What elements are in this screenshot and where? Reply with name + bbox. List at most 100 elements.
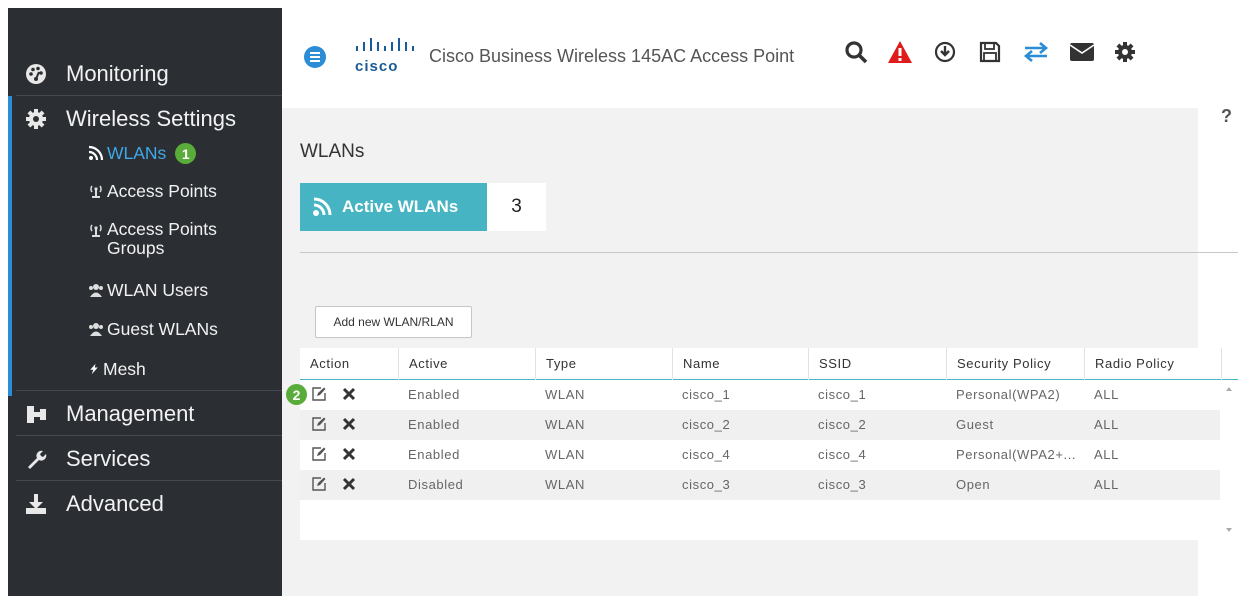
nav-management[interactable]: Management xyxy=(8,392,282,436)
scroll-down-arrow[interactable] xyxy=(1226,528,1232,532)
step-badge: 1 xyxy=(175,143,197,164)
sidebar-item-wlan-users-label: WLAN Users xyxy=(107,280,209,300)
nav-management-label: Management xyxy=(66,401,195,426)
access-point-icon xyxy=(90,224,102,237)
cisco-logo-text: cisco xyxy=(355,58,399,75)
nav-monitoring-label: Monitoring xyxy=(66,61,169,86)
table-header: Action Active Type Name SSID Security Po… xyxy=(300,348,1238,380)
delete-icon[interactable] xyxy=(342,447,356,461)
table-row[interactable]: Disabled WLAN cisco_3 cisco_3 Open ALL xyxy=(300,470,1220,500)
cell-type: WLAN xyxy=(545,477,585,492)
gear-icon xyxy=(25,108,47,130)
menu-toggle-button[interactable] xyxy=(304,46,326,68)
divider xyxy=(16,435,282,436)
table-row[interactable]: Enabled WLAN cisco_2 cisco_2 Guest ALL xyxy=(300,410,1220,440)
sidebar-item-mesh[interactable]: Mesh xyxy=(88,359,146,380)
delete-icon[interactable] xyxy=(342,417,356,431)
rss-icon xyxy=(313,197,332,216)
sidebar-item-guest-wlans[interactable]: Guest WLANs xyxy=(88,319,218,340)
bolt-icon xyxy=(90,363,98,375)
nav-wireless-settings-label: Wireless Settings xyxy=(66,106,236,131)
access-point-icon xyxy=(90,185,102,198)
divider xyxy=(300,252,1238,253)
divider xyxy=(16,95,282,96)
sidebar-item-access-points-groups[interactable]: Access Points Groups xyxy=(88,220,227,258)
save-icon[interactable] xyxy=(976,38,1004,66)
cell-ssid: cisco_4 xyxy=(818,447,867,462)
cell-type: WLAN xyxy=(545,447,585,462)
cell-name: cisco_4 xyxy=(682,447,731,462)
cell-ssid: cisco_3 xyxy=(818,477,867,492)
column-header-radio-policy[interactable]: Radio Policy xyxy=(1084,348,1221,380)
sidebar-item-wlans[interactable]: WLANs 1 xyxy=(88,143,197,164)
nav-advanced[interactable]: Advanced xyxy=(8,482,282,526)
product-name: Cisco Business Wireless 145AC Access Poi… xyxy=(429,46,795,66)
cell-type: WLAN xyxy=(545,417,585,432)
download-icon[interactable] xyxy=(931,38,959,66)
nav-monitoring[interactable]: Monitoring xyxy=(8,52,282,96)
users-icon xyxy=(89,284,103,297)
active-wlans-tab[interactable]: Active WLANs xyxy=(300,183,487,231)
users-icon xyxy=(89,323,103,336)
column-header-spacer xyxy=(1221,348,1238,380)
nav-services-label: Services xyxy=(66,446,151,471)
app-window: Monitoring Wireless Settings WLANs 1 Acc… xyxy=(0,0,1245,596)
active-section-indicator xyxy=(8,96,12,396)
download-icon xyxy=(25,493,47,515)
column-header-active[interactable]: Active xyxy=(398,348,535,380)
delete-icon[interactable] xyxy=(342,387,356,401)
cell-type: WLAN xyxy=(545,387,585,402)
gear-icon[interactable] xyxy=(1111,38,1139,66)
edit-icon[interactable] xyxy=(312,447,326,461)
divider xyxy=(16,480,282,481)
edit-icon[interactable] xyxy=(312,387,326,401)
cell-radio-policy: ALL xyxy=(1094,477,1119,492)
help-button[interactable]: ? xyxy=(1221,106,1232,127)
nav-advanced-label: Advanced xyxy=(66,491,164,516)
dashboard-icon xyxy=(25,63,47,85)
alert-icon[interactable] xyxy=(886,38,914,66)
table-row[interactable]: Enabled WLAN cisco_1 cisco_1 Personal(WP… xyxy=(300,380,1220,410)
cell-ssid: cisco_2 xyxy=(818,417,867,432)
column-header-action[interactable]: Action xyxy=(300,348,398,380)
search-icon[interactable] xyxy=(842,38,870,66)
transfer-icon[interactable] xyxy=(1022,38,1050,66)
wrench-icon xyxy=(25,448,47,470)
cell-radio-policy: ALL xyxy=(1094,387,1119,402)
cell-active: Disabled xyxy=(408,477,464,492)
rss-icon xyxy=(88,145,104,161)
page-title: WLANs xyxy=(300,141,365,162)
cell-active: Enabled xyxy=(408,447,460,462)
sidebar-item-access-points[interactable]: Access Points xyxy=(88,181,217,202)
mail-icon[interactable] xyxy=(1068,38,1096,66)
sidebar-item-guest-wlans-label: Guest WLANs xyxy=(107,319,218,339)
edit-icon[interactable] xyxy=(312,477,326,491)
sidebar: Monitoring Wireless Settings WLANs 1 Acc… xyxy=(8,8,282,596)
cell-name: cisco_2 xyxy=(682,417,731,432)
cell-security-policy: Personal(WPA2) xyxy=(956,387,1061,402)
cell-radio-policy: ALL xyxy=(1094,447,1119,462)
add-wlan-button[interactable]: Add new WLAN/RLAN xyxy=(315,306,472,338)
cell-security-policy: Open xyxy=(956,477,991,492)
delete-icon[interactable] xyxy=(342,477,356,491)
sidebar-item-wlans-label: WLANs xyxy=(107,143,167,163)
column-header-ssid[interactable]: SSID xyxy=(808,348,946,380)
sidebar-item-access-points-groups-label: Access Points Groups xyxy=(107,219,217,258)
scroll-up-arrow[interactable] xyxy=(1226,387,1232,391)
sidebar-item-wlan-users[interactable]: WLAN Users xyxy=(88,280,208,301)
column-header-type[interactable]: Type xyxy=(535,348,672,380)
column-header-name[interactable]: Name xyxy=(672,348,808,380)
nav-wireless-settings[interactable]: Wireless Settings xyxy=(8,97,282,141)
active-wlans-label: Active WLANs xyxy=(342,197,459,216)
cell-active: Enabled xyxy=(408,417,460,432)
column-header-security-policy[interactable]: Security Policy xyxy=(946,348,1084,380)
cell-security-policy: Guest xyxy=(956,417,994,432)
divider xyxy=(16,390,282,391)
table-row[interactable]: Enabled WLAN cisco_4 cisco_4 Personal(WP… xyxy=(300,440,1220,470)
nav-services[interactable]: Services xyxy=(8,437,282,481)
wlan-table: Action Active Type Name SSID Security Po… xyxy=(300,348,1238,540)
sidebar-item-mesh-label: Mesh xyxy=(103,359,146,379)
sidebar-item-access-points-label: Access Points xyxy=(107,181,217,201)
sitemap-icon xyxy=(25,403,47,425)
edit-icon[interactable] xyxy=(312,417,326,431)
